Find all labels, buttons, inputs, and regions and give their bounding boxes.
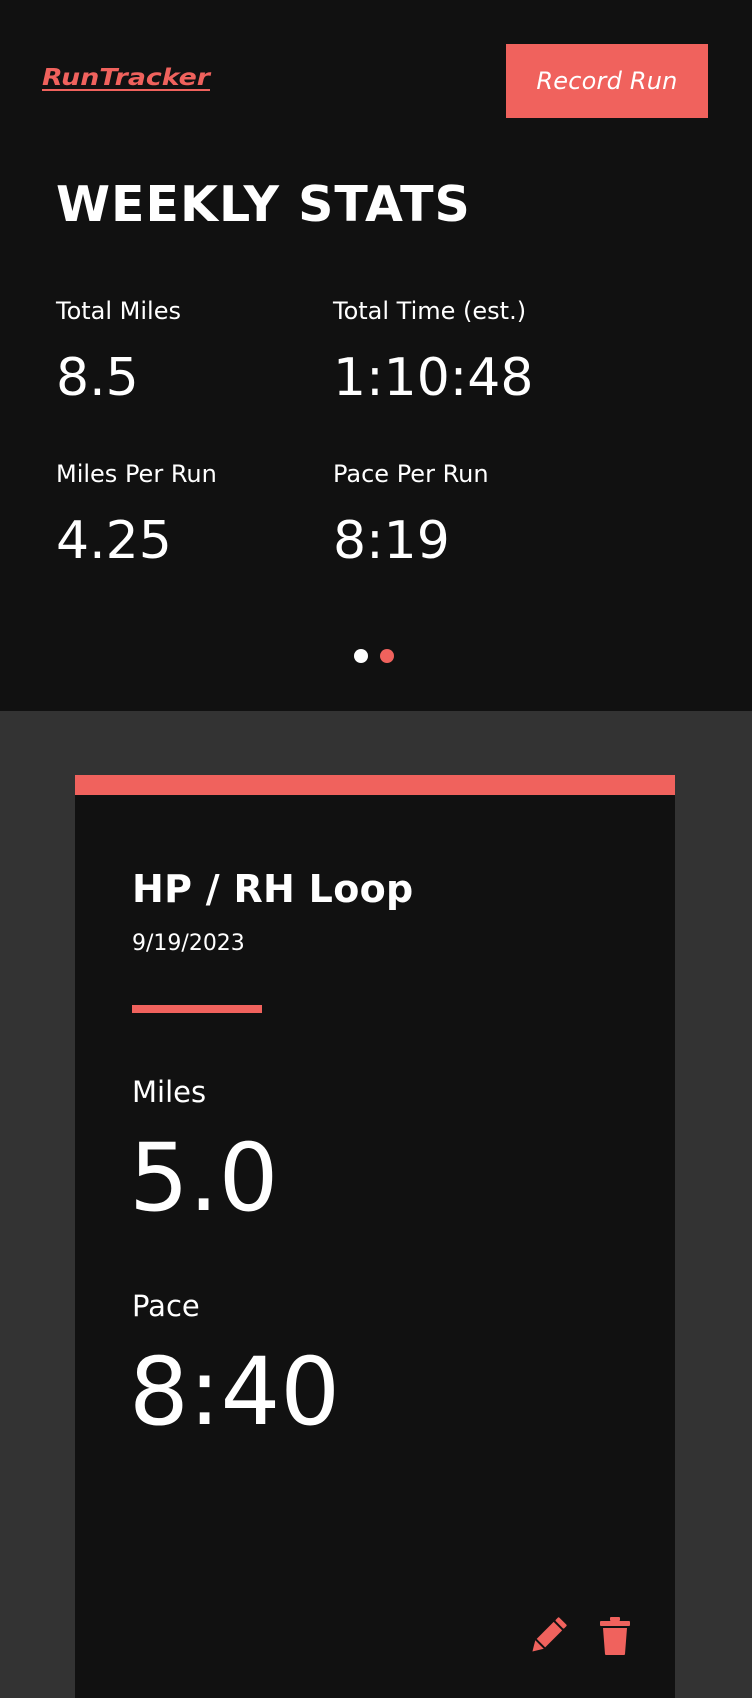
pace-label: Pace	[132, 1289, 200, 1323]
pagination-dot-1[interactable]	[354, 649, 368, 663]
pace-value: 8:40	[129, 1338, 341, 1447]
record-run-button[interactable]: Record Run	[506, 44, 708, 118]
logo-underline	[42, 89, 210, 91]
logo-wordmark: RunTracker	[42, 65, 212, 91]
logo-text: RunTracker	[42, 65, 212, 91]
stat-value: 8:19	[333, 511, 450, 571]
stat-total-miles: Total Miles 8.5	[56, 296, 316, 412]
miles-value: 5.0	[129, 1124, 279, 1233]
runtracker-logo[interactable]: RunTracker	[42, 60, 212, 93]
stat-total-time: Total Time (est.) 1:10:48	[333, 296, 593, 412]
stat-label: Total Time (est.)	[333, 297, 527, 325]
stat-miles-per-run: Miles Per Run 4.25	[56, 459, 316, 575]
stat-value: 8.5	[56, 348, 139, 408]
trash-icon	[600, 1617, 630, 1655]
run-date: 9/19/2023	[132, 931, 245, 956]
run-divider	[132, 1005, 262, 1013]
pencil-icon	[532, 1617, 567, 1652]
stat-value: 4.25	[56, 511, 172, 571]
stat-label: Miles Per Run	[56, 460, 217, 488]
card-accent-bar	[75, 775, 675, 795]
edit-run-button[interactable]	[528, 1614, 568, 1658]
stat-pace-per-run: Pace Per Run 8:19	[333, 459, 593, 575]
stat-label: Total Miles	[56, 297, 181, 325]
miles-label: Miles	[132, 1075, 207, 1109]
stats-pagination	[354, 649, 394, 663]
weekly-stats-title: WEEKLY STATS	[56, 176, 471, 233]
run-title: HP / RH Loop	[132, 867, 414, 911]
stat-label: Pace Per Run	[333, 460, 489, 488]
pagination-dot-2[interactable]	[380, 649, 394, 663]
app-root: RunTracker Record Run WEEKLY STATS Total…	[0, 0, 752, 1698]
delete-run-button[interactable]	[598, 1614, 638, 1658]
weekly-stats-panel: RunTracker Record Run WEEKLY STATS Total…	[0, 0, 752, 711]
stat-value: 1:10:48	[333, 348, 534, 408]
